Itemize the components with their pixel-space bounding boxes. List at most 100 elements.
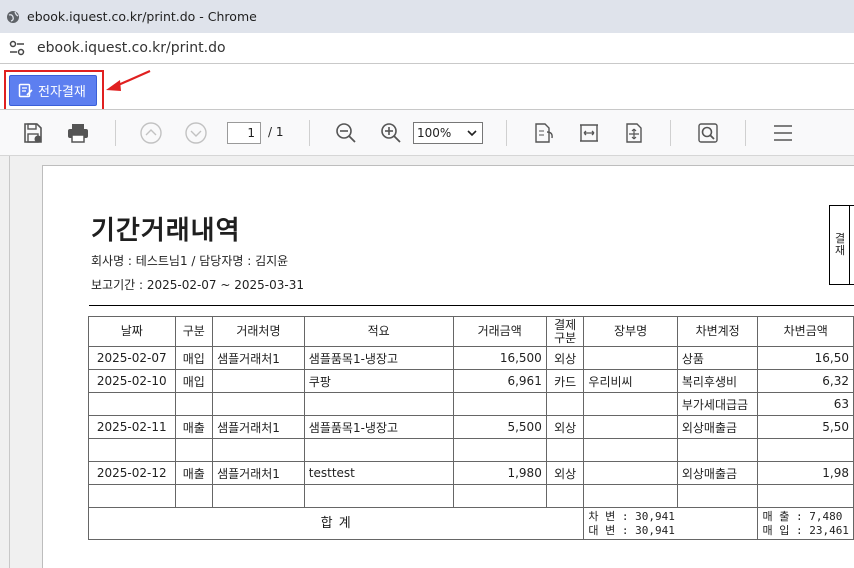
table-cell: 매출 bbox=[174, 461, 214, 485]
table-row bbox=[88, 438, 854, 462]
company-line: 회사명 : 테스트님1 / 담당자명 : 김지윤 bbox=[91, 254, 289, 268]
zoom-in-icon[interactable] bbox=[380, 122, 402, 144]
table-cell: 샘플품목1-냉장고 bbox=[303, 415, 454, 439]
column-header: 장부명 bbox=[583, 316, 678, 347]
table-cell bbox=[88, 484, 176, 508]
table-cell bbox=[303, 438, 454, 462]
table-cell bbox=[303, 392, 454, 416]
approval-stamp-box: 결재 bbox=[829, 205, 854, 285]
table-row bbox=[88, 484, 854, 508]
save-icon[interactable] bbox=[22, 122, 44, 144]
print-icon[interactable] bbox=[66, 122, 90, 144]
table-cell: 매출 bbox=[174, 415, 214, 439]
globe-icon bbox=[7, 10, 19, 23]
table-cell bbox=[212, 369, 305, 393]
table-cell: 샘플거래처1 bbox=[212, 461, 305, 485]
table-row: 2025-02-10 매입 쿠팡 6,961 카드 우리비씨 복리후생비 6,32 bbox=[88, 369, 854, 393]
transactions-table: 날짜 구분 거래처명 적요 거래금액 결제 구분 장부명 차변계정 차변금액 2025-02-0… bbox=[87, 316, 854, 540]
table-cell: 상품 bbox=[676, 346, 759, 370]
summary-purchase: 매 입 : 23,461 bbox=[762, 523, 849, 537]
menu-icon[interactable] bbox=[772, 122, 794, 144]
table-cell: 매입 bbox=[174, 369, 214, 393]
fit-width-icon[interactable] bbox=[578, 122, 600, 144]
page-number-input[interactable]: 1 bbox=[227, 122, 261, 144]
e-approval-label: 전자결재 bbox=[38, 85, 86, 100]
summary-debit: 차 변 : 30,941 bbox=[588, 509, 675, 523]
address-bar[interactable]: ebook.iquest.co.kr/print.do bbox=[0, 33, 854, 64]
table-cell: 1,98 bbox=[757, 461, 854, 485]
column-header: 차변계정 bbox=[676, 316, 759, 347]
table-cell: 카드 bbox=[545, 369, 585, 393]
table-cell: 2025-02-07 bbox=[88, 346, 176, 370]
next-page-icon[interactable] bbox=[185, 122, 207, 144]
table-cell: 부가세대급금 bbox=[676, 392, 759, 416]
table-cell: 16,50 bbox=[757, 346, 854, 370]
document-edit-icon bbox=[18, 83, 33, 98]
page-total: / 1 bbox=[268, 125, 284, 139]
table-cell: 샘플거래처1 bbox=[212, 346, 305, 370]
table-cell bbox=[452, 438, 547, 462]
table-cell: 외상 bbox=[545, 461, 585, 485]
url-text[interactable]: ebook.iquest.co.kr/print.do bbox=[37, 40, 226, 56]
toolbar-separator bbox=[115, 120, 116, 146]
e-approval-button[interactable]: 전자결재 bbox=[9, 75, 97, 106]
document-title: 기간거래내역 bbox=[91, 216, 241, 246]
table-cell: 샘플거래처1 bbox=[212, 415, 305, 439]
table-cell bbox=[583, 392, 678, 416]
table-cell bbox=[452, 484, 547, 508]
table-cell: 1,980 bbox=[452, 461, 547, 485]
divider bbox=[89, 305, 854, 306]
table-cell: 외상 bbox=[545, 346, 585, 370]
toolbar-separator bbox=[309, 120, 310, 146]
table-cell: testtest bbox=[303, 461, 454, 485]
table-cell bbox=[545, 392, 585, 416]
table-cell bbox=[583, 415, 678, 439]
site-settings-icon[interactable] bbox=[8, 40, 26, 56]
table-cell bbox=[676, 438, 759, 462]
table-cell: 2025-02-11 bbox=[88, 415, 176, 439]
stamp-label: 결재 bbox=[834, 232, 846, 257]
table-cell bbox=[452, 392, 547, 416]
window-titlebar: ebook.iquest.co.kr/print.do - Chrome bbox=[0, 0, 854, 33]
summary-sales-purchase: 매 출 : 7,480 매 입 : 23,461 bbox=[757, 507, 854, 540]
table-cell bbox=[212, 484, 305, 508]
rotate-icon[interactable] bbox=[533, 122, 555, 144]
table-row: 부가세대급금 63 bbox=[88, 392, 854, 416]
table-cell: 2025-02-10 bbox=[88, 369, 176, 393]
viewer-border bbox=[9, 156, 10, 568]
table-cell bbox=[545, 438, 585, 462]
table-cell: 6,961 bbox=[452, 369, 547, 393]
table-cell bbox=[757, 484, 854, 508]
table-row: 2025-02-12 매출 샘플거래처1 testtest 1,980 외상 외상매출금 1,… bbox=[88, 461, 854, 485]
table-cell: 외상매출금 bbox=[676, 415, 759, 439]
window-title: ebook.iquest.co.kr/print.do - Chrome bbox=[27, 9, 257, 24]
zoom-out-icon[interactable] bbox=[335, 122, 357, 144]
table-cell: 외상 bbox=[545, 415, 585, 439]
table-cell: 5,500 bbox=[452, 415, 547, 439]
table-cell bbox=[583, 438, 678, 462]
table-cell: 5,50 bbox=[757, 415, 854, 439]
previous-page-icon[interactable] bbox=[140, 122, 162, 144]
table-cell bbox=[676, 484, 759, 508]
table-cell: 샘플품목1-냉장고 bbox=[303, 346, 454, 370]
table-cell: 쿠팡 bbox=[303, 369, 454, 393]
table-cell: 6,32 bbox=[757, 369, 854, 393]
table-cell bbox=[88, 392, 176, 416]
table-cell bbox=[303, 484, 454, 508]
toolbar-separator bbox=[506, 120, 507, 146]
table-cell: 우리비씨 bbox=[583, 369, 678, 393]
column-header: 결제 구분 bbox=[545, 316, 585, 347]
summary-row: 합 계 차 변 : 30,941 대 변 : 30,941 매 출 : 7,48… bbox=[87, 507, 854, 540]
fit-page-icon[interactable] bbox=[623, 122, 645, 144]
find-icon[interactable] bbox=[697, 122, 719, 144]
table-cell bbox=[174, 392, 214, 416]
summary-debit-credit: 차 변 : 30,941 대 변 : 30,941 bbox=[583, 507, 759, 540]
column-header: 거래처명 bbox=[212, 316, 305, 347]
period-line: 보고기간 : 2025-02-07 ~ 2025-03-31 bbox=[91, 278, 304, 292]
table-cell: 복리후생비 bbox=[676, 369, 759, 393]
summary-label: 합 계 bbox=[87, 507, 585, 540]
column-header: 적요 bbox=[303, 316, 454, 347]
zoom-value: 100% bbox=[417, 126, 452, 140]
zoom-select[interactable]: 100% bbox=[413, 122, 483, 144]
table-cell bbox=[174, 484, 214, 508]
